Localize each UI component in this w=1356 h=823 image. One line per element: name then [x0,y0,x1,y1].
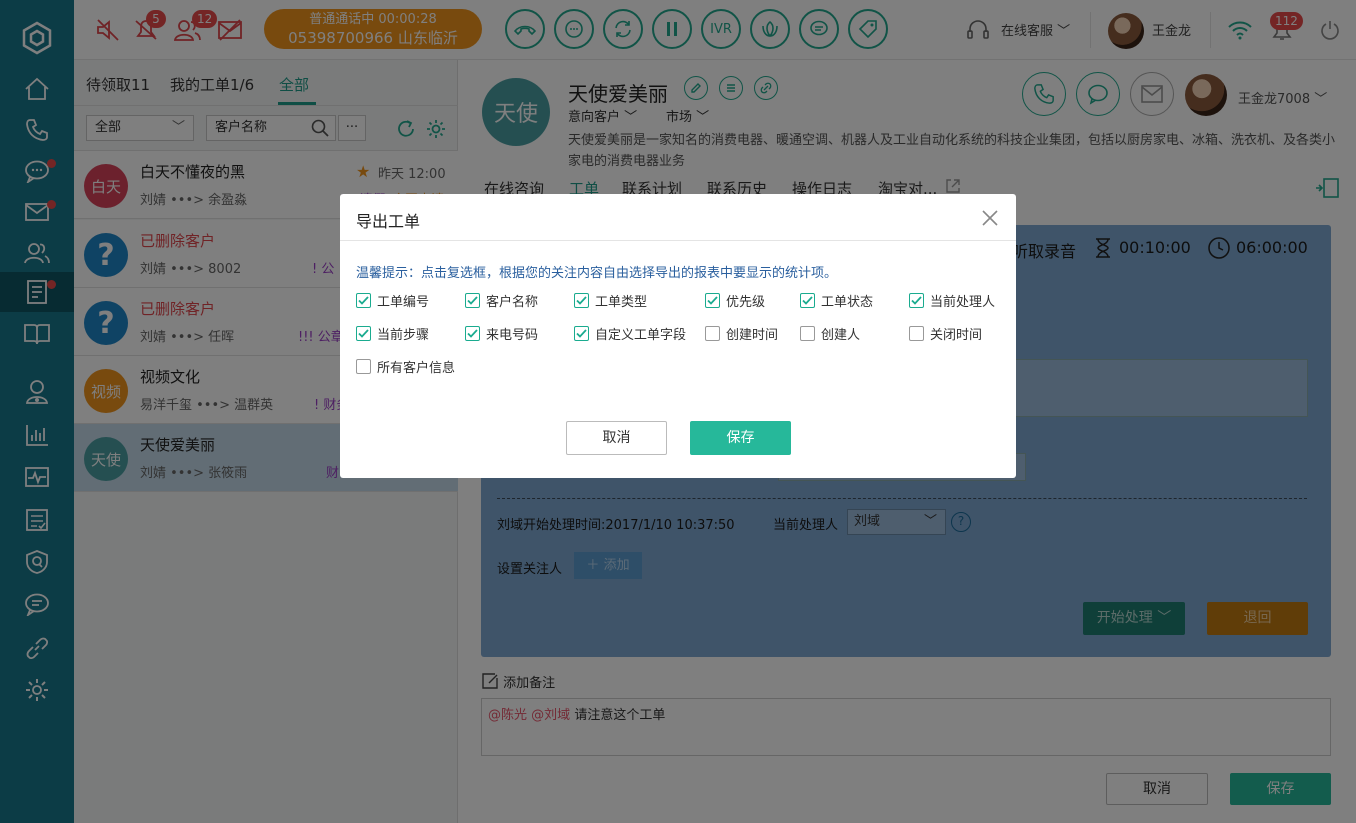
export-option-label: 工单状态 [821,294,874,310]
export-option-checkbox[interactable]: 关闭时间 [909,323,982,343]
export-option-label: 当前处理人 [930,294,996,310]
checkbox-checked-icon[interactable] [465,292,480,308]
export-option-checkbox[interactable]: 工单状态 [800,290,873,310]
export-option-checkbox[interactable]: 工单类型 [574,290,647,310]
export-option-label: 客户名称 [486,294,539,310]
checkbox-checked-icon[interactable] [356,325,371,341]
checkbox-checked-icon[interactable] [909,292,924,308]
export-option-checkbox[interactable]: 创建时间 [705,323,778,343]
checkbox-checked-icon[interactable] [574,292,589,308]
export-option-checkbox[interactable]: 所有客户信息 [356,356,455,376]
export-option-checkbox[interactable]: 当前步骤 [356,323,429,343]
export-option-label: 工单类型 [595,294,648,310]
dialog-divider [340,240,1016,241]
checkbox-empty-icon[interactable] [356,358,371,374]
export-workorder-dialog: 导出工单 温馨提示：点击复选框，根据您的关注内容自由选择导出的报表中要显示的统计… [340,194,1016,478]
dialog-cancel-button[interactable]: 取消 [566,421,667,455]
export-option-label: 当前步骤 [377,327,430,343]
checkbox-checked-icon[interactable] [705,292,720,308]
checkbox-checked-icon[interactable] [574,325,589,341]
checkbox-empty-icon[interactable] [800,325,815,341]
export-option-label: 所有客户信息 [377,360,456,376]
export-option-label: 创建人 [821,327,861,343]
dialog-hint: 温馨提示：点击复选框，根据您的关注内容自由选择导出的报表中要显示的统计项。 [356,266,838,281]
dialog-save-button[interactable]: 保存 [690,421,791,455]
export-option-checkbox[interactable]: 当前处理人 [909,290,995,310]
export-option-checkbox[interactable]: 客户名称 [465,290,538,310]
export-option-checkbox[interactable]: 创建人 [800,323,860,343]
close-icon[interactable] [978,206,1002,230]
app-window: 5 12 普通通话中 00:00:28 05398700966 山东临沂 IVR… [0,0,1356,823]
export-option-checkbox[interactable]: 工单编号 [356,290,429,310]
export-option-label: 创建时间 [726,327,779,343]
export-option-label: 来电号码 [486,327,539,343]
checkbox-checked-icon[interactable] [800,292,815,308]
export-option-checkbox[interactable]: 来电号码 [465,323,538,343]
export-option-label: 优先级 [726,294,766,310]
checkbox-empty-icon[interactable] [705,325,720,341]
export-option-checkbox[interactable]: 自定义工单字段 [574,323,686,343]
export-option-label: 关闭时间 [930,327,983,343]
dialog-title: 导出工单 [356,212,421,231]
export-option-checkbox[interactable]: 优先级 [705,290,765,310]
checkbox-checked-icon[interactable] [465,325,480,341]
checkbox-empty-icon[interactable] [909,325,924,341]
export-option-label: 自定义工单字段 [595,327,687,343]
checkbox-checked-icon[interactable] [356,292,371,308]
export-option-label: 工单编号 [377,294,430,310]
